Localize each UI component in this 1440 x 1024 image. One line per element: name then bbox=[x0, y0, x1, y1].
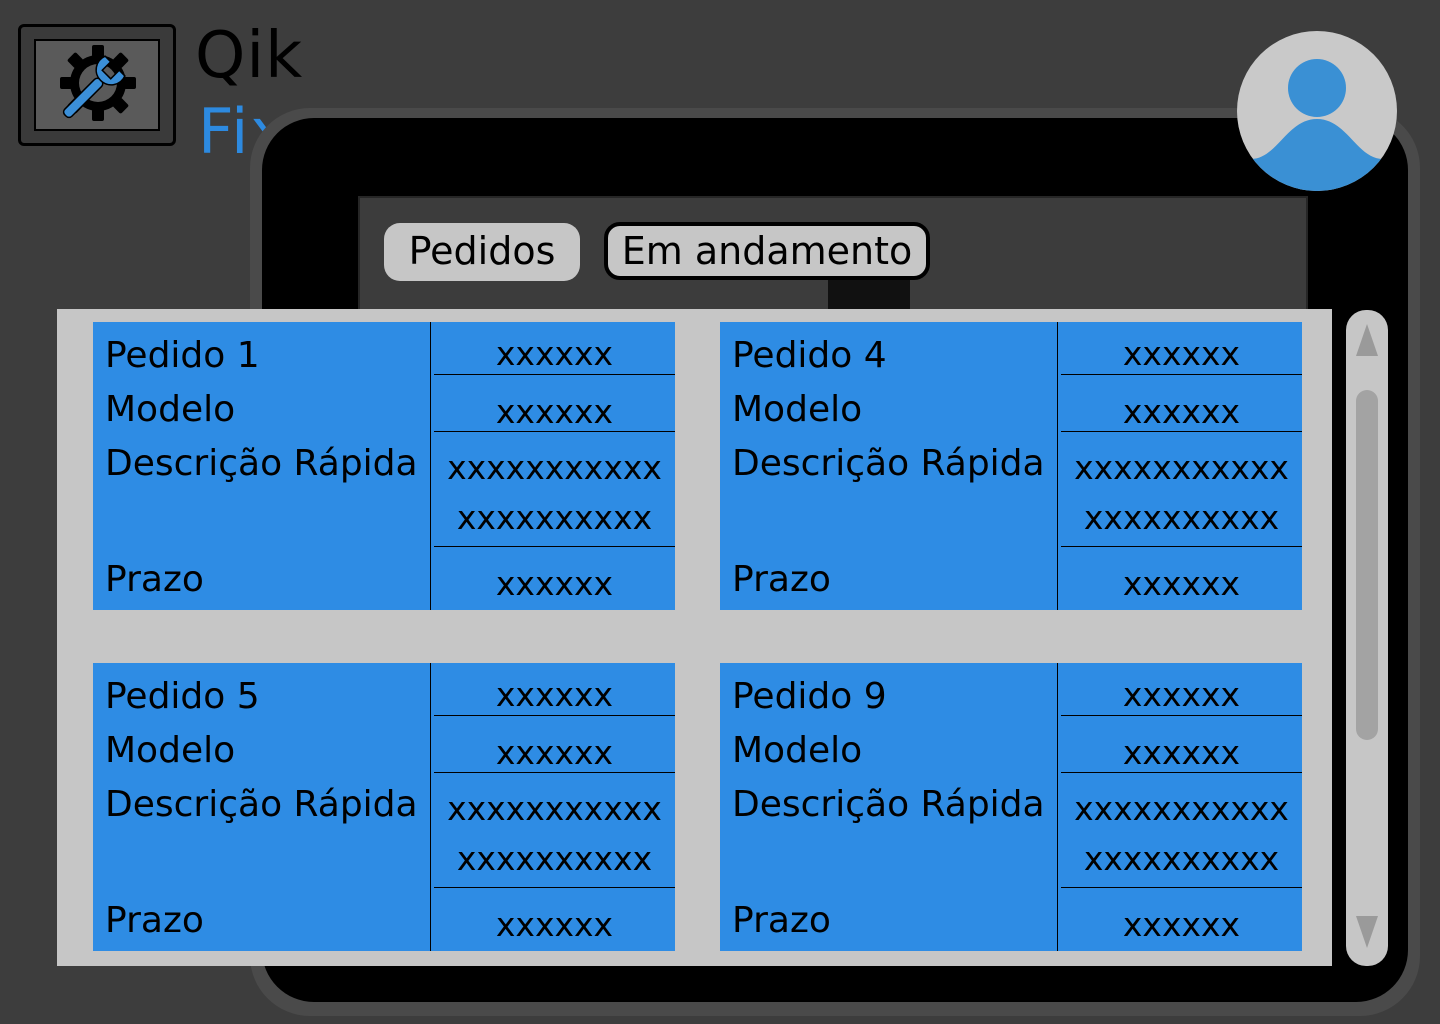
triangle-up-icon[interactable] bbox=[1355, 322, 1379, 358]
column-divider bbox=[430, 322, 431, 610]
scrollbar[interactable] bbox=[1346, 310, 1388, 966]
deadline-value: xxxxxx bbox=[495, 564, 614, 603]
user-icon bbox=[1251, 59, 1383, 191]
tab-em-andamento[interactable]: Em andamento bbox=[604, 222, 930, 280]
gear-wrench-icon bbox=[60, 45, 136, 121]
row-divider bbox=[1061, 887, 1302, 888]
column-divider bbox=[1057, 663, 1058, 951]
row-divider bbox=[434, 772, 675, 773]
description-value-line2: xxxxxxxxxx bbox=[456, 498, 653, 537]
model-label: Modelo bbox=[732, 389, 863, 430]
user-avatar[interactable] bbox=[1237, 31, 1397, 191]
row-divider bbox=[1061, 715, 1302, 716]
model-value: xxxxxx bbox=[495, 733, 614, 772]
row-divider bbox=[434, 887, 675, 888]
deadline-label: Prazo bbox=[732, 900, 831, 941]
model-label: Modelo bbox=[105, 389, 236, 430]
order-value: xxxxxx bbox=[1122, 675, 1241, 714]
order-title: Pedido 9 bbox=[732, 676, 887, 717]
order-value: xxxxxx bbox=[495, 334, 614, 373]
deadline-value: xxxxxx bbox=[1122, 564, 1241, 603]
logo-tile bbox=[34, 39, 160, 131]
row-divider bbox=[434, 715, 675, 716]
orders-panel: Pedido 1 Modelo Descrição Rápida Prazo x… bbox=[57, 309, 1332, 966]
deadline-label: Prazo bbox=[105, 559, 204, 600]
row-divider bbox=[1061, 546, 1302, 547]
model-label: Modelo bbox=[105, 730, 236, 771]
order-card-5[interactable]: Pedido 5 Modelo Descrição Rápida Prazo x… bbox=[93, 663, 675, 951]
order-card-4[interactable]: Pedido 4 Modelo Descrição Rápida Prazo x… bbox=[720, 322, 1302, 610]
order-title: Pedido 4 bbox=[732, 335, 887, 376]
row-divider bbox=[1061, 374, 1302, 375]
description-label: Descrição Rápida bbox=[732, 443, 1045, 484]
scroll-thumb[interactable] bbox=[1356, 390, 1378, 740]
description-value-line2: xxxxxxxxxx bbox=[1083, 839, 1280, 878]
order-card-1[interactable]: Pedido 1 Modelo Descrição Rápida Prazo x… bbox=[93, 322, 675, 610]
description-label: Descrição Rápida bbox=[105, 784, 418, 825]
row-divider bbox=[1061, 431, 1302, 432]
row-divider bbox=[1061, 772, 1302, 773]
order-card-9[interactable]: Pedido 9 Modelo Descrição Rápida Prazo x… bbox=[720, 663, 1302, 951]
row-divider bbox=[434, 431, 675, 432]
order-value: xxxxxx bbox=[1122, 334, 1241, 373]
model-value: xxxxxx bbox=[495, 392, 614, 431]
description-value-line2: xxxxxxxxxx bbox=[1083, 498, 1280, 537]
tab-pedidos[interactable]: Pedidos bbox=[384, 223, 580, 281]
order-title: Pedido 5 bbox=[105, 676, 260, 717]
deadline-label: Prazo bbox=[732, 559, 831, 600]
triangle-down-icon[interactable] bbox=[1355, 914, 1379, 950]
row-divider bbox=[434, 546, 675, 547]
description-value-line1: xxxxxxxxxxx bbox=[1074, 789, 1289, 828]
model-value: xxxxxx bbox=[1122, 392, 1241, 431]
column-divider bbox=[1057, 322, 1058, 610]
deadline-label: Prazo bbox=[105, 900, 204, 941]
order-value: xxxxxx bbox=[495, 675, 614, 714]
row-divider bbox=[434, 374, 675, 375]
column-divider bbox=[430, 663, 431, 951]
model-value: xxxxxx bbox=[1122, 733, 1241, 772]
description-value-line1: xxxxxxxxxxx bbox=[447, 789, 662, 828]
brand-name-line1: Qik bbox=[195, 19, 304, 93]
app-logo bbox=[18, 24, 176, 146]
description-label: Descrição Rápida bbox=[732, 784, 1045, 825]
description-value-line1: xxxxxxxxxxx bbox=[447, 448, 662, 487]
deadline-value: xxxxxx bbox=[1122, 905, 1241, 944]
description-label: Descrição Rápida bbox=[105, 443, 418, 484]
model-label: Modelo bbox=[732, 730, 863, 771]
description-value-line2: xxxxxxxxxx bbox=[456, 839, 653, 878]
deadline-value: xxxxxx bbox=[495, 905, 614, 944]
description-value-line1: xxxxxxxxxxx bbox=[1074, 448, 1289, 487]
order-title: Pedido 1 bbox=[105, 335, 260, 376]
